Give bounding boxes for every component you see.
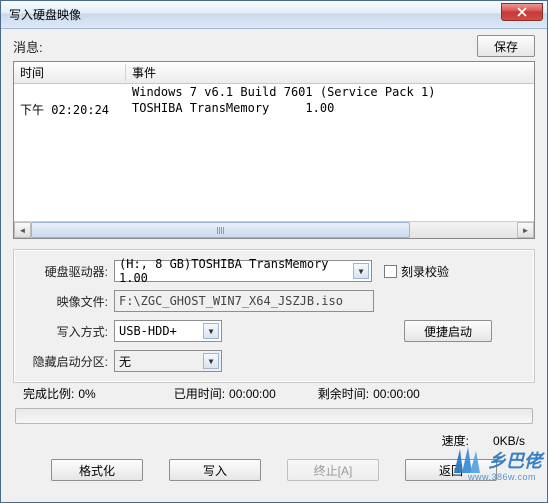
remain-label: 剩余时间: — [318, 385, 369, 402]
window-title: 写入硬盘映像 — [9, 6, 501, 23]
image-file-field[interactable]: F:\ZGC_GHOST_WIN7_X64_JSZJB.iso — [114, 290, 374, 312]
close-icon — [517, 7, 527, 17]
chevron-right-icon: ► — [522, 226, 530, 235]
write-button[interactable]: 写入 — [169, 459, 261, 481]
window: 写入硬盘映像 消息: 保存 时间 事件 Windows 7 v6.1 Build… — [0, 0, 548, 503]
write-mode-combo[interactable]: USB-HDD+ ▼ — [114, 320, 222, 342]
log-row: Windows 7 v6.1 Build 7601 (Service Pack … — [14, 84, 534, 100]
hide-boot-value: 无 — [119, 353, 131, 370]
verify-label: 刻录校验 — [401, 263, 449, 280]
scroll-left-button[interactable]: ◄ — [14, 222, 31, 238]
image-file-value: F:\ZGC_GHOST_WIN7_X64_JSZJB.iso — [119, 294, 343, 308]
verify-checkbox[interactable]: 刻录校验 — [384, 263, 449, 280]
abort-button[interactable]: 终止[A] — [287, 459, 379, 481]
drive-row: 硬盘驱动器: (H:, 8 GB)TOSHIBA TransMemory 1.0… — [22, 260, 526, 282]
scrollbar-grip-icon — [217, 227, 224, 234]
log-row: 下午 02:20:24 TOSHIBA TransMemory 1.00 — [14, 100, 534, 119]
done-label: 完成比例: — [23, 385, 74, 402]
checkbox-box-icon — [384, 265, 397, 278]
remain-value: 00:00:00 — [373, 387, 420, 401]
write-mode-row: 写入方式: USB-HDD+ ▼ 便捷启动 — [22, 320, 526, 342]
chevron-down-icon: ▼ — [353, 263, 369, 279]
log-col-event[interactable]: 事件 — [126, 64, 534, 81]
hide-boot-row: 隐藏启动分区: 无 ▼ — [22, 350, 526, 372]
log-body[interactable]: Windows 7 v6.1 Build 7601 (Service Pack … — [14, 84, 534, 221]
save-button[interactable]: 保存 — [477, 35, 535, 57]
elapsed-value: 00:00:00 — [229, 387, 276, 401]
write-mode-label: 写入方式: — [22, 323, 114, 340]
log-panel: 时间 事件 Windows 7 v6.1 Build 7601 (Service… — [13, 61, 535, 239]
button-row: 格式化 写入 终止[A] 返回 — [1, 453, 547, 485]
horizontal-scrollbar[interactable]: ◄ ► — [14, 221, 534, 238]
scroll-right-button[interactable]: ► — [517, 222, 534, 238]
format-button[interactable]: 格式化 — [51, 459, 143, 481]
elapsed-label: 已用时间: — [174, 385, 225, 402]
drive-value: (H:, 8 GB)TOSHIBA TransMemory 1.00 — [119, 257, 351, 285]
drive-label: 硬盘驱动器: — [22, 263, 114, 280]
chevron-down-icon: ▼ — [203, 353, 219, 369]
image-label: 映像文件: — [22, 293, 114, 310]
write-mode-value: USB-HDD+ — [119, 324, 177, 338]
progress-bar — [15, 408, 533, 424]
message-label: 消息: — [13, 37, 477, 56]
titlebar: 写入硬盘映像 — [1, 1, 547, 29]
log-col-time[interactable]: 时间 — [14, 64, 126, 81]
options-panel: 硬盘驱动器: (H:, 8 GB)TOSHIBA TransMemory 1.0… — [13, 249, 535, 383]
hide-boot-label: 隐藏启动分区: — [22, 353, 114, 370]
done-value: 0% — [78, 387, 95, 401]
log-cell-event: Windows 7 v6.1 Build 7601 (Service Pack … — [126, 85, 534, 99]
quick-boot-button[interactable]: 便捷启动 — [404, 320, 492, 342]
chevron-left-icon: ◄ — [19, 226, 27, 235]
close-button[interactable] — [501, 3, 543, 21]
back-button[interactable]: 返回 — [405, 459, 497, 481]
image-row: 映像文件: F:\ZGC_GHOST_WIN7_X64_JSZJB.iso — [22, 290, 526, 312]
message-row: 消息: 保存 — [1, 29, 547, 61]
chevron-down-icon: ▼ — [203, 323, 219, 339]
log-cell-time — [14, 85, 126, 99]
scrollbar-track[interactable] — [31, 222, 517, 238]
speed-value: 0KB/s — [493, 434, 525, 448]
speed-label: 速度: — [442, 432, 469, 449]
stats-row: 完成比例: 0% 已用时间: 00:00:00 剩余时间: 00:00:00 — [1, 383, 547, 408]
drive-combo[interactable]: (H:, 8 GB)TOSHIBA TransMemory 1.00 ▼ — [114, 260, 372, 282]
log-cell-time: 下午 02:20:24 — [14, 101, 126, 118]
log-cell-event: TOSHIBA TransMemory 1.00 — [126, 101, 534, 118]
speed-row: 速度: 0KB/s — [1, 430, 547, 453]
scrollbar-thumb[interactable] — [31, 222, 410, 238]
hide-boot-combo[interactable]: 无 ▼ — [114, 350, 222, 372]
log-header: 时间 事件 — [14, 62, 534, 84]
